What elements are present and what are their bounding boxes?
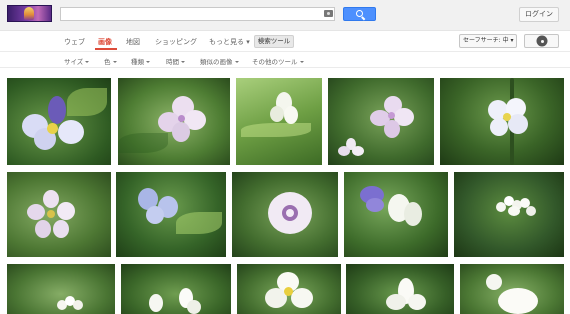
image-result[interactable]: [7, 78, 111, 165]
chevron-down-icon: [181, 61, 185, 63]
image-result[interactable]: [236, 78, 322, 165]
tab-more[interactable]: もっと見る ▾: [209, 37, 250, 47]
tab-images[interactable]: 画像: [98, 37, 112, 47]
chevron-down-icon: [234, 61, 239, 63]
safesearch-dropdown[interactable]: セーフサーチ: 中 ▾: [459, 34, 517, 48]
chevron-down-icon: [112, 61, 117, 63]
image-result[interactable]: [232, 172, 338, 257]
doodle-logo[interactable]: [7, 5, 52, 22]
search-icon: [356, 10, 363, 17]
image-result[interactable]: [346, 264, 454, 314]
image-result[interactable]: [7, 264, 115, 314]
settings-button[interactable]: [524, 34, 559, 48]
search-button[interactable]: [343, 7, 376, 21]
search-tools-button[interactable]: 検索ツール: [254, 35, 294, 48]
filter-time[interactable]: 時間: [166, 56, 185, 66]
image-result[interactable]: [344, 172, 448, 257]
filter-similar[interactable]: 類似の画像: [200, 56, 239, 66]
chevron-down-icon: [146, 61, 150, 63]
image-result[interactable]: [237, 264, 341, 314]
image-result[interactable]: [7, 172, 111, 257]
image-result[interactable]: [454, 172, 564, 257]
image-result[interactable]: [440, 78, 564, 165]
filter-more-tools[interactable]: その他のツール: [252, 56, 304, 66]
chevron-down-icon: [299, 61, 304, 63]
login-button[interactable]: ログイン: [519, 7, 559, 22]
tab-shopping[interactable]: ショッピング: [155, 37, 197, 47]
divider: [0, 67, 570, 68]
image-result[interactable]: [460, 264, 564, 314]
chevron-down-icon: [85, 61, 90, 63]
image-result[interactable]: [121, 264, 231, 314]
tab-maps[interactable]: 地図: [126, 37, 140, 47]
camera-icon[interactable]: [324, 10, 333, 17]
filter-size[interactable]: サイズ: [64, 56, 90, 66]
image-result[interactable]: [116, 172, 226, 257]
search-input[interactable]: [60, 7, 335, 21]
image-result[interactable]: [328, 78, 434, 165]
gear-icon: [538, 37, 546, 45]
filter-type[interactable]: 種類: [131, 56, 150, 66]
image-result[interactable]: [118, 78, 230, 165]
doodle-figure: [24, 7, 34, 20]
top-bar: ログイン: [0, 0, 570, 31]
divider: [0, 51, 570, 52]
active-tab-indicator: [95, 48, 117, 50]
tab-web[interactable]: ウェブ: [64, 37, 85, 47]
filter-color[interactable]: 色: [104, 56, 117, 66]
